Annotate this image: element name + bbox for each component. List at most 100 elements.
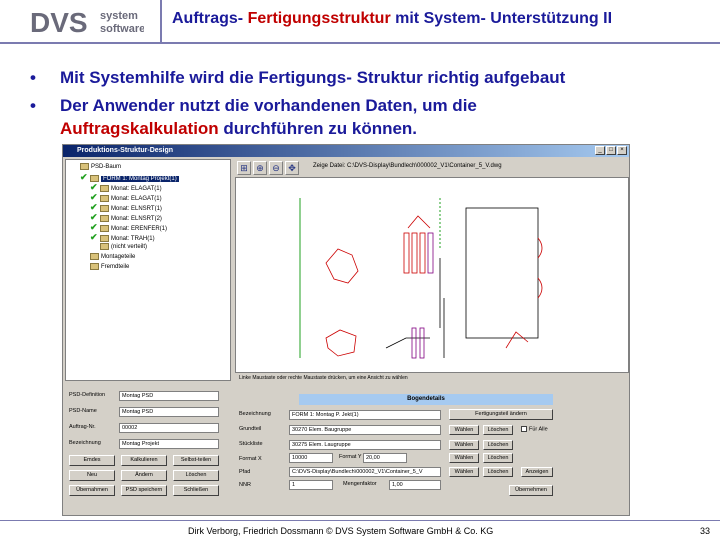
window-title-bar: Produktions-Struktur-Design [63,145,629,157]
waehlen-button[interactable]: Wählen [449,453,479,463]
app-window: Produktions-Struktur-Design _ □ × PSD-Ba… [62,144,630,516]
footer-text: Dirk Verborg, Friedrich Dossmann © DVS S… [188,526,494,536]
folder-icon [100,234,109,242]
check-icon: ✔ [90,232,98,242]
pan-icon[interactable]: ✥ [285,161,299,175]
nnr-value[interactable]: 1 [289,480,333,490]
psd-speichern-button[interactable]: PSD speichern [121,485,167,496]
logo-main: DVS [30,7,88,38]
folder-icon [100,184,109,192]
aendern-button[interactable]: Ändern [121,470,167,481]
tree-item[interactable]: Montageteile [80,252,135,262]
waehlen-button[interactable]: Wählen [449,467,479,477]
folder-icon [90,252,99,260]
zoom-out-icon[interactable]: ⊖ [269,161,283,175]
kalkulieren-button[interactable]: Kalkulieren [121,455,167,466]
bogen-label: NNR [239,482,251,488]
loeschen-button[interactable]: Löschen [483,440,513,450]
tree-item[interactable]: Fremdteile [80,262,129,272]
zoom-fit-icon[interactable]: ⊞ [237,161,251,175]
slide-title: Auftrags- Fertigungsstruktur mit System-… [172,10,613,27]
folder-icon [90,174,99,182]
anzeigen-button[interactable]: Anzeigen [521,467,553,477]
bogen-label: Format X [239,456,262,462]
tree-item-label: Fremdteile [101,264,130,270]
grundteil-value[interactable]: 30270 Elem. Baugruppe [289,425,441,435]
bullet-2: • Der Anwender nutzt die vorhandenen Date… [30,96,477,138]
footer-divider [0,520,720,521]
folder-icon [100,194,109,202]
psd-tree[interactable]: PSD-Baum ✔ FORM 1: Montag Projekt(1) ✔ Monat… [65,159,231,381]
auftrag-field[interactable]: 00002 [119,423,219,433]
viewer-file-path: Zeige Datei: C:\DVS-Display\Bundlech\000… [313,163,502,169]
format-x-value[interactable]: 10000 [289,453,333,463]
header-divider-vertical [160,0,162,44]
cad-drawing-view[interactable] [235,177,629,373]
tree-item[interactable]: ✔ FORM 1: Montag Projekt(1) [80,172,179,182]
dvs-logo: DVS system software [28,4,145,40]
check-icon: ✔ [90,212,98,222]
logo-line2: software [100,23,144,35]
loeschen-button[interactable]: Löschen [483,425,513,435]
psd-name-field[interactable]: Montag PSD [119,407,219,417]
emdes-button[interactable]: Emdes [69,455,115,466]
psd-definition-select[interactable]: Montag PSD [119,391,219,401]
zoom-in-icon[interactable]: ⊕ [253,161,267,175]
tree-item[interactable]: ✔ Monat: ELNSRT(1) [90,202,162,212]
folder-icon [90,262,99,270]
folder-icon [100,242,109,250]
uebernahmen-button[interactable]: Übernahmen [69,485,115,496]
pfad-value[interactable]: C:\DVS-Display\Bundlech\000002_V1\Contai… [289,467,441,477]
loeschen-button[interactable]: Löschen [483,467,513,477]
loeschen-button[interactable]: Löschen [173,470,219,481]
neu-button[interactable]: Neu [69,470,115,481]
psd-definition-label: PSD-Definition [69,392,106,398]
waehlen-button[interactable]: Wählen [449,425,479,435]
bogen-label: Grundteil [239,426,262,432]
waehlen-button[interactable]: Wählen [449,440,479,450]
fertigungsteil-aendern-button[interactable]: Fertigungsteil ändern [449,409,553,420]
uebernehmen-button[interactable]: Übernehmen [509,485,553,496]
check-icon: ✔ [90,222,98,232]
tree-item-label: PSD-Baum [91,164,122,170]
format-y-label: Format Y [339,454,362,460]
folder-icon [100,204,109,212]
tree-item[interactable]: PSD-Baum [70,162,121,172]
stueckliste-value[interactable]: 30275 Elem. Laugruppe [289,440,441,450]
auftrag-label: Auftrag-Nr. [69,424,96,430]
tree-item[interactable]: ✔ Monat: ELAGAT(1) [90,182,162,192]
tree-item-label: (nicht verteilt) [111,244,148,250]
bogen-label: Stückliste [239,441,263,447]
minimize-button[interactable]: _ [595,146,605,155]
checkbox-icon[interactable] [521,426,527,432]
format-y-value[interactable]: 20,00 [363,453,407,463]
schliessen-button[interactable]: Schließen [173,485,219,496]
check-icon: ✔ [90,182,98,192]
tree-item[interactable]: ✔ Monat: TRAH(1) [90,232,155,242]
maximize-button[interactable]: □ [606,146,616,155]
tree-item-label: Montageteile [101,254,136,260]
check-icon: ✔ [80,172,88,182]
tree-item[interactable]: (nicht verteilt) [90,242,147,252]
tree-item[interactable]: ✔ Monat: ELAGAT(1) [90,192,162,202]
loeschen-button[interactable]: Löschen [483,453,513,463]
bezeichnung-field[interactable]: Montag Projekt [119,439,219,449]
mengenfaktor-value[interactable]: 1,00 [389,480,441,490]
check-icon: ✔ [90,202,98,212]
selbst-teilen-button[interactable]: Selbst-teilen [173,455,219,466]
bezeichnung-value[interactable]: FORM 1: Montag P. Jekt(1) [289,410,441,420]
page-number: 33 [700,526,711,536]
bezeichnung-label: Bezeichnung [69,440,101,446]
close-button[interactable]: × [617,146,627,155]
header-divider [0,42,720,44]
tree-item[interactable]: ✔ Monat: ELNSRT(2) [90,212,162,222]
folder-icon [100,214,109,222]
mengenfaktor-label: Mengenfaktor [343,481,377,487]
tree-item[interactable]: ✔ Monat: ERENFER(1) [90,222,167,232]
fuer-alle-label: Für Alle [529,426,548,433]
folder-icon [80,162,89,170]
fuer-alle-checkbox[interactable]: Für Alle [521,426,548,432]
viewer-status: Linke Maustaste oder rechte Maustaste dr… [239,375,408,381]
check-icon: ✔ [90,192,98,202]
psd-name-label: PSD-Name [69,408,97,414]
